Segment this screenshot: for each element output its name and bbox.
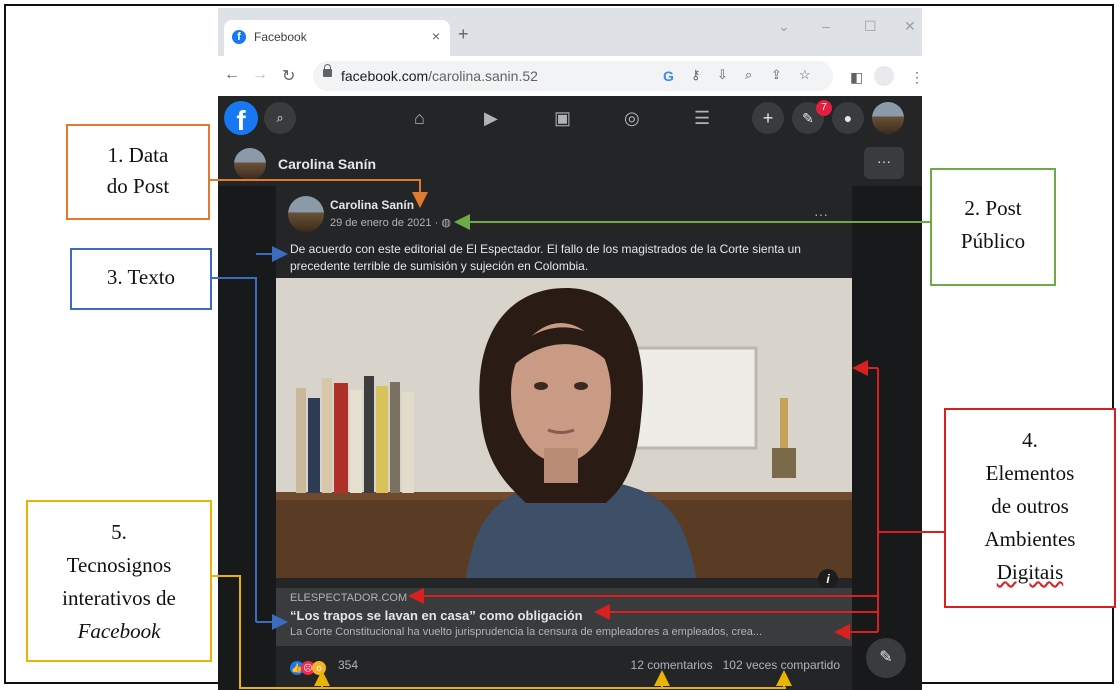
annotation-text: 3. Texto [70,248,212,310]
annotation-post-date: 1. Data do Post [66,124,210,220]
annotation-other-digital-elements: 4. Elementos de outros Ambientes Digitais [944,408,1116,608]
annotation-interactive-technosigns: 5. Tecnosignos interativos de Facebook [26,500,212,662]
annotation-public-post: 2. Post Público [930,168,1056,286]
